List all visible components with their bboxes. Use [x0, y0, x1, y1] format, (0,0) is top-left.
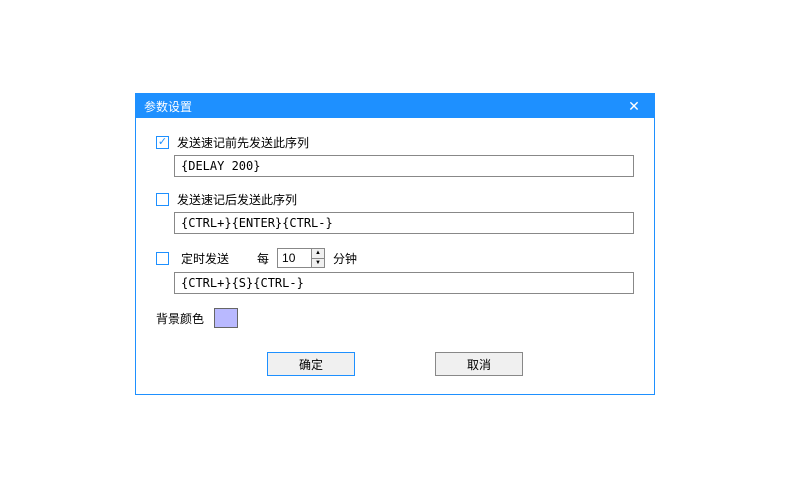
dialog-content: 发送速记前先发送此序列 发送速记后发送此序列 定时发送 每 ▲ ▼ 分钟 背景颜…	[136, 118, 654, 394]
input-after-send-sequence[interactable]	[174, 212, 634, 234]
close-icon: ✕	[628, 98, 640, 115]
dialog-title: 参数设置	[144, 98, 614, 115]
label-every: 每	[257, 250, 269, 267]
label-bgcolor: 背景颜色	[156, 310, 204, 327]
option-timer-row: 定时发送 每 ▲ ▼ 分钟	[156, 248, 634, 268]
label-before-send: 发送速记前先发送此序列	[177, 134, 309, 151]
settings-dialog: 参数设置 ✕ 发送速记前先发送此序列 发送速记后发送此序列 定时发送 每 ▲ ▼	[135, 93, 655, 395]
checkbox-before-send[interactable]	[156, 136, 169, 149]
checkbox-timer[interactable]	[156, 252, 169, 265]
input-before-send-sequence[interactable]	[174, 155, 634, 177]
spinner-buttons: ▲ ▼	[311, 248, 325, 268]
bgcolor-row: 背景颜色	[156, 308, 634, 328]
label-after-send: 发送速记后发送此序列	[177, 191, 297, 208]
ok-button-label: 确定	[299, 356, 323, 373]
titlebar[interactable]: 参数设置 ✕	[136, 94, 654, 118]
label-unit: 分钟	[333, 250, 357, 267]
interval-spinner: ▲ ▼	[277, 248, 325, 268]
option-before-send-row: 发送速记前先发送此序列	[156, 134, 634, 151]
dialog-buttons: 确定 取消	[156, 352, 634, 380]
ok-button[interactable]: 确定	[267, 352, 355, 376]
option-after-send-row: 发送速记后发送此序列	[156, 191, 634, 208]
cancel-button-label: 取消	[467, 356, 491, 373]
close-button[interactable]: ✕	[614, 94, 654, 118]
spinner-down[interactable]: ▼	[312, 259, 324, 268]
bgcolor-picker[interactable]	[214, 308, 238, 328]
checkbox-after-send[interactable]	[156, 193, 169, 206]
label-timer: 定时发送	[181, 250, 229, 267]
spinner-up[interactable]: ▲	[312, 249, 324, 259]
input-timer-sequence[interactable]	[174, 272, 634, 294]
cancel-button[interactable]: 取消	[435, 352, 523, 376]
interval-input[interactable]	[277, 248, 311, 268]
